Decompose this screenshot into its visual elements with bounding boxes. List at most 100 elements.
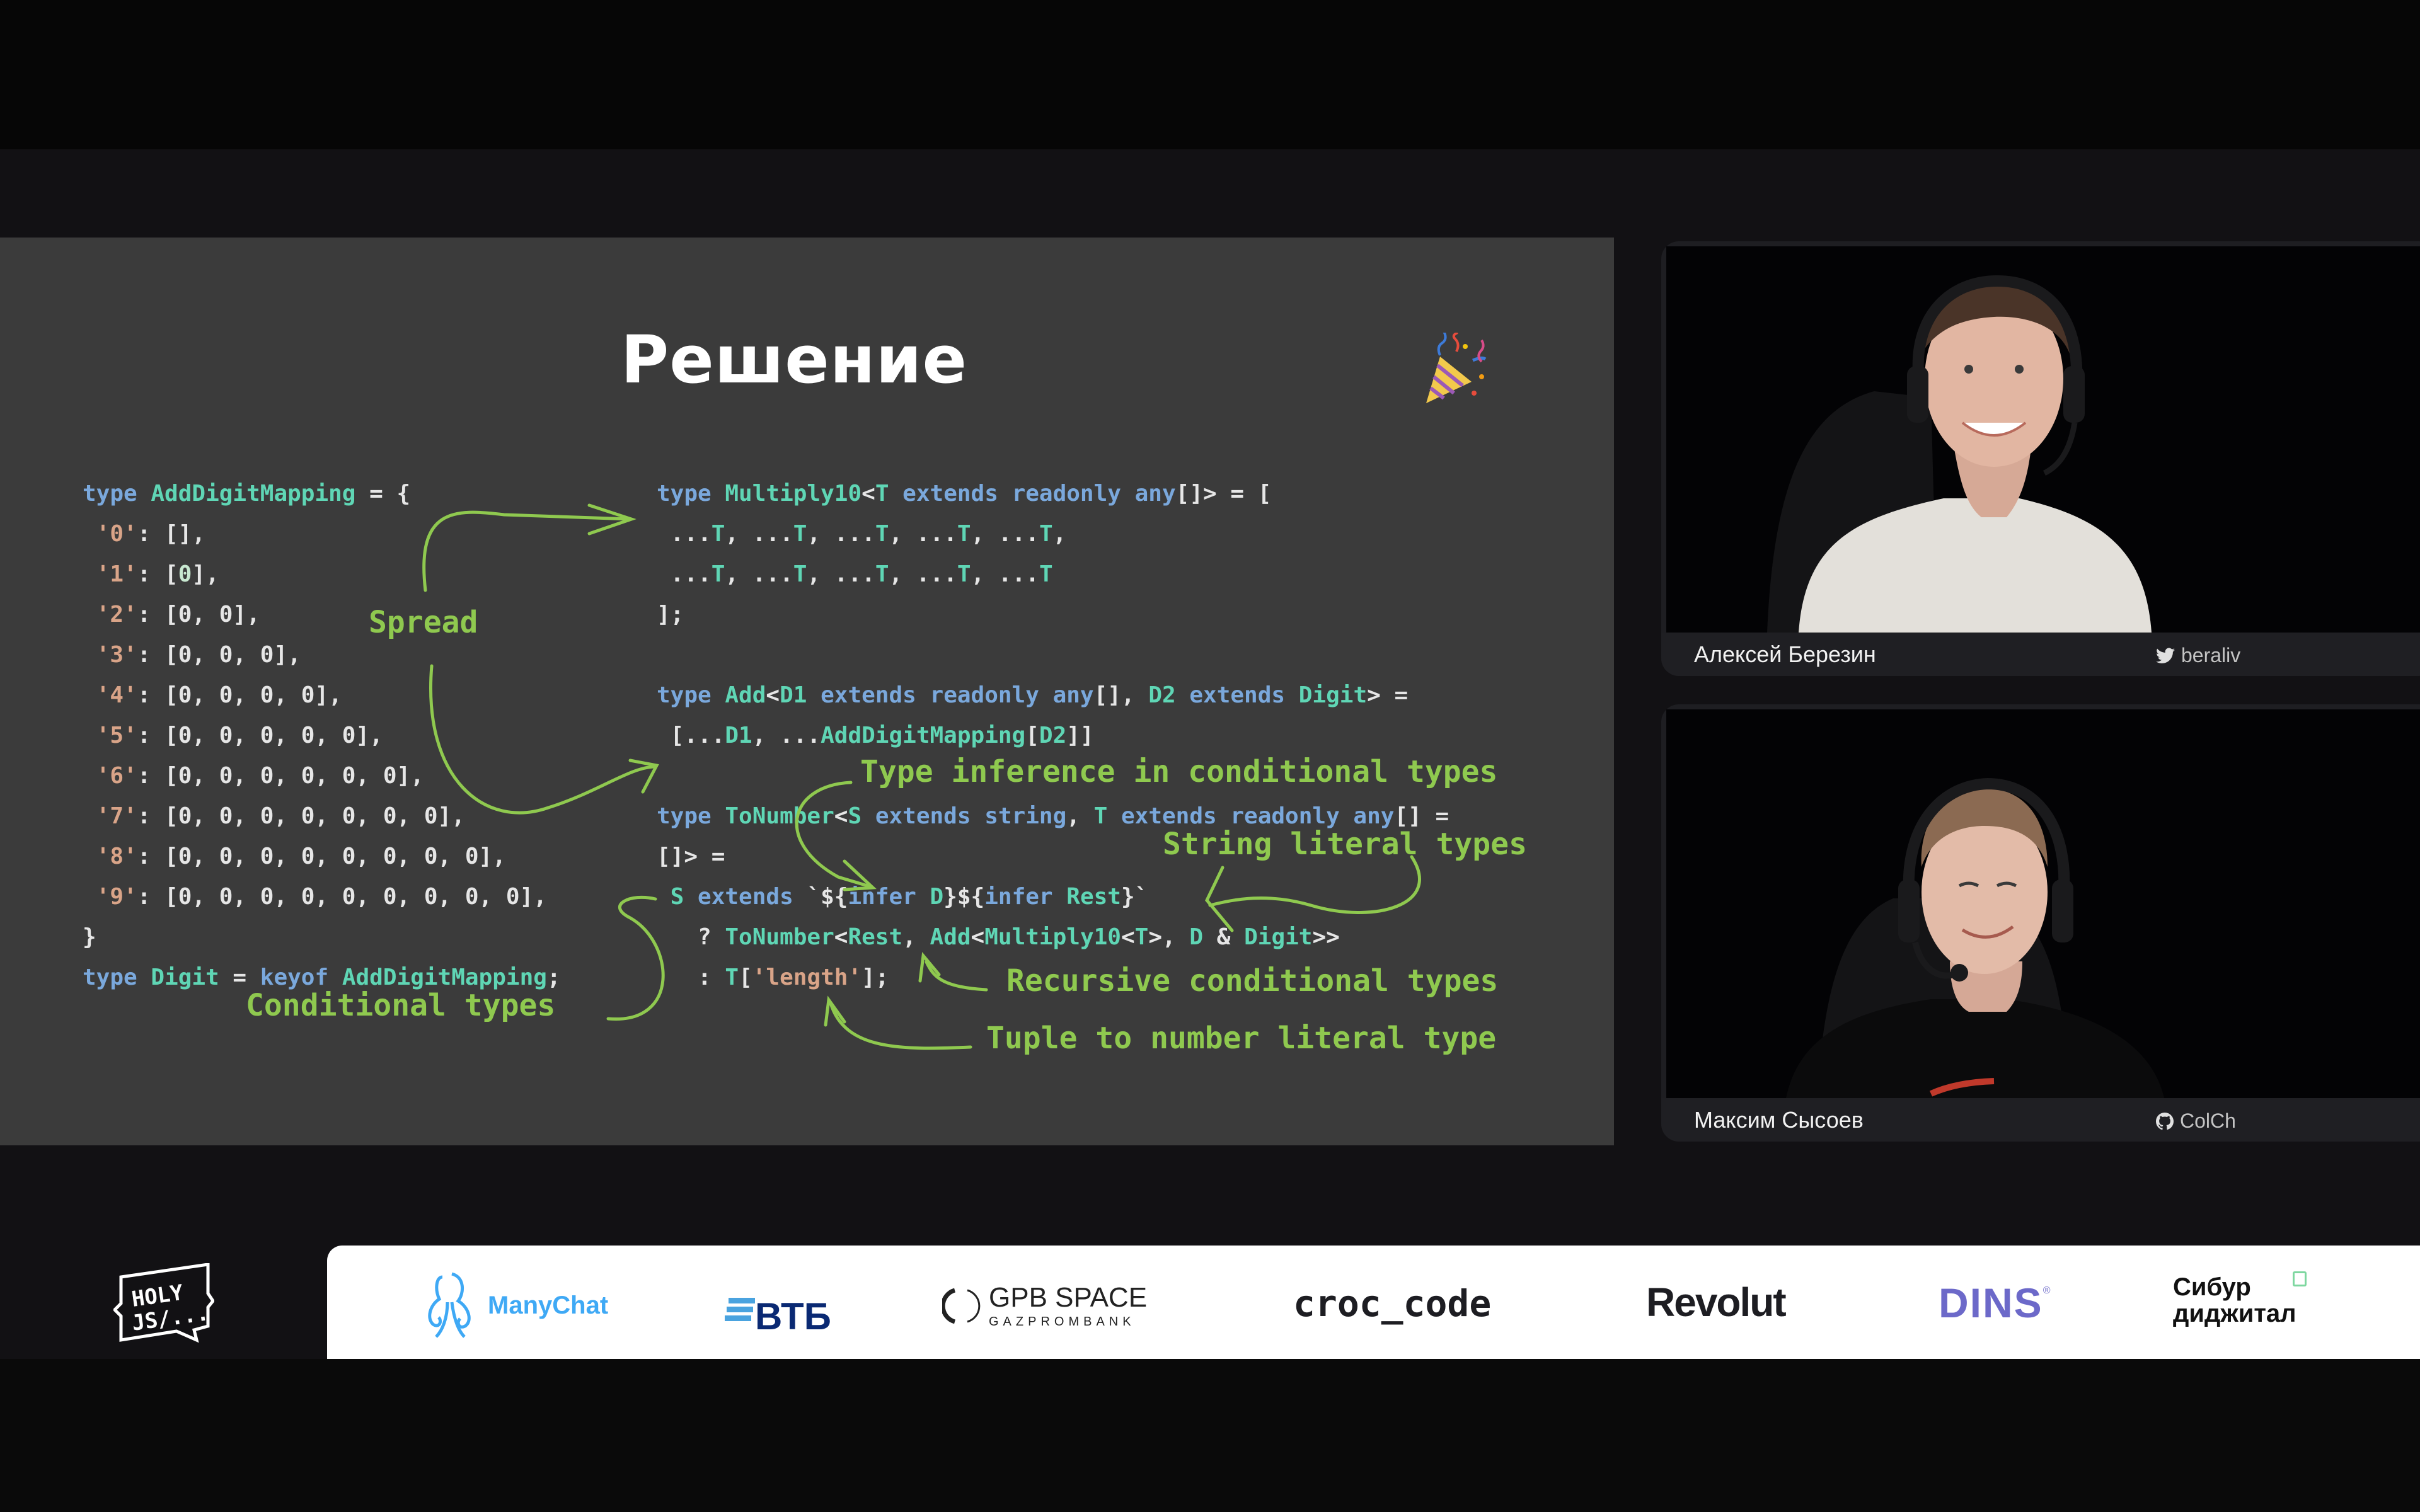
sponsor-manychat[interactable]: ManyChat xyxy=(424,1271,608,1340)
sponsor-dins[interactable]: DINS ® xyxy=(1939,1279,2050,1327)
code-line: '7': [0, 0, 0, 0, 0, 0, 0], xyxy=(83,796,561,837)
code-token: '0' xyxy=(83,521,137,547)
code-token: extends string xyxy=(861,803,1067,829)
code-token: < xyxy=(834,803,848,829)
sponsor-subname: GAZPROMBANK xyxy=(989,1315,1136,1329)
code-token: : [0, 0], xyxy=(137,602,260,627)
code-token: Digit xyxy=(1298,682,1368,708)
code-line: [...D1, ...AddDigitMapping[D2]] xyxy=(657,716,1408,756)
code-token: T xyxy=(711,521,725,547)
code-line: '0': [], xyxy=(83,514,561,554)
code-block-add-digit-mapping: type AddDigitMapping = { '0': [], '1': [… xyxy=(83,474,561,998)
code-token: }${ xyxy=(943,884,985,910)
code-token: T xyxy=(957,521,971,547)
code-token: T xyxy=(1039,521,1053,547)
code-token: D1 xyxy=(725,723,752,748)
code-token: ToNumber xyxy=(725,803,834,829)
code-token: [] = xyxy=(1394,803,1449,829)
speaker-video-feed xyxy=(1666,709,2420,1098)
code-token: T xyxy=(1039,561,1053,587)
speaker-video-feed xyxy=(1666,246,2420,633)
speaker-handle-text: ColCh xyxy=(2180,1109,2236,1132)
code-token: Add xyxy=(930,924,971,950)
code-token: >, xyxy=(1148,924,1190,950)
sponsor-name: GPB SPACE xyxy=(989,1282,1148,1313)
code-token: type xyxy=(657,803,725,829)
code-token: [ xyxy=(1025,723,1039,748)
code-token: '2' xyxy=(83,602,137,627)
sponsor-name: Сибур xyxy=(2173,1273,2251,1301)
code-token: T xyxy=(793,561,807,587)
code-token: extends xyxy=(1175,682,1299,708)
code-token: [ xyxy=(739,965,752,990)
code-token: : [0, 0, 0, 0, 0, 0, 0], xyxy=(137,803,465,829)
code-token: = xyxy=(219,965,260,990)
holyjs-logo: HOLY JS/... xyxy=(113,1263,214,1343)
code-token: Multiply10 xyxy=(984,924,1121,950)
code-token: D2 xyxy=(1148,682,1176,708)
code-token: : [], xyxy=(137,521,206,547)
code-block-add: type Add<D1 extends readonly any[], D2 e… xyxy=(657,675,1408,756)
sponsor-name: Revolut xyxy=(1646,1280,1787,1325)
sponsor-croc-code[interactable]: croc_code xyxy=(1293,1282,1491,1325)
annotation-string-literal: String literal types xyxy=(1163,827,1527,862)
sponsor-sibur-digital[interactable]: Сибур диджитал xyxy=(2173,1271,2307,1327)
code-token: D2 xyxy=(1039,723,1067,748)
sponsor-name: ManyChat xyxy=(488,1291,609,1319)
code-token: [], xyxy=(1093,682,1149,708)
code-token: : [0, 0, 0, 0, 0, 0], xyxy=(137,763,424,789)
code-token: < xyxy=(1121,924,1135,950)
code-line: '9': [0, 0, 0, 0, 0, 0, 0, 0, 0], xyxy=(83,877,561,917)
code-token: infer xyxy=(984,884,1067,910)
sponsor-revolut[interactable]: Revolut xyxy=(1646,1279,1787,1326)
speaker-label-bar: Максим Сысоев ColCh xyxy=(1661,1098,2420,1142)
code-token: 0 xyxy=(178,561,192,587)
code-line: ...T, ...T, ...T, ...T, ...T xyxy=(657,554,1271,595)
speaker-video-panel: Максим Сысоев ColCh xyxy=(1661,704,2420,1142)
code-token: : [0, 0, 0, 0, 0, 0, 0, 0], xyxy=(137,844,506,869)
code-token: D xyxy=(1189,924,1204,950)
code-token: < xyxy=(861,481,875,507)
code-token: , ... xyxy=(725,521,793,547)
sponsor-name: ВТБ xyxy=(755,1295,831,1337)
code-token: []> = xyxy=(657,844,725,869)
code-token: ; xyxy=(546,965,561,990)
code-token: , xyxy=(902,924,930,950)
code-token: `${ xyxy=(807,884,848,910)
code-token: }` xyxy=(1121,884,1149,910)
code-token: ... xyxy=(657,521,712,547)
speaker-handle[interactable]: ColCh xyxy=(2156,1109,2236,1133)
code-token: T xyxy=(875,561,889,587)
code-token: Rest xyxy=(848,924,903,950)
code-token: '6' xyxy=(83,763,137,789)
speaker-avatar-illustration xyxy=(1786,777,2164,1098)
sponsor-subname: диджитал xyxy=(2173,1300,2296,1327)
code-token: S xyxy=(848,803,862,829)
sponsor-name: DINS xyxy=(1939,1280,2043,1326)
letterbox-top xyxy=(0,0,2420,149)
code-token: 'length' xyxy=(752,965,862,990)
gpb-ring-icon xyxy=(942,1288,981,1324)
code-token: T xyxy=(793,521,807,547)
speaker-handle[interactable]: beraliv xyxy=(2156,644,2240,667)
code-token: Digit xyxy=(151,965,219,990)
code-token: '4' xyxy=(83,682,137,708)
code-token: extends readonly any xyxy=(889,481,1176,507)
code-token: type xyxy=(83,965,151,990)
party-popper-icon xyxy=(1426,333,1487,403)
sponsor-gpb-space[interactable]: GPB SPACE GAZPROMBANK xyxy=(942,1284,1147,1328)
sponsor-vtb[interactable]: ВТБ xyxy=(725,1282,831,1338)
code-line: '5': [0, 0, 0, 0, 0], xyxy=(83,716,561,756)
code-line: '6': [0, 0, 0, 0, 0, 0], xyxy=(83,756,561,796)
code-token: , ... xyxy=(889,561,957,587)
code-token: Add xyxy=(725,682,766,708)
code-token: keyof xyxy=(260,965,342,990)
code-token: AddDigitMapping xyxy=(151,481,356,507)
letterbox-bottom xyxy=(0,1359,2420,1512)
code-token: ]] xyxy=(1066,723,1094,748)
code-token: ? xyxy=(657,924,725,950)
code-token: []> = [ xyxy=(1175,481,1272,507)
code-line: '3': [0, 0, 0], xyxy=(83,635,561,675)
manychat-octopus-icon xyxy=(428,1272,471,1338)
code-token: : [0, 0, 0, 0, 0], xyxy=(137,723,383,748)
